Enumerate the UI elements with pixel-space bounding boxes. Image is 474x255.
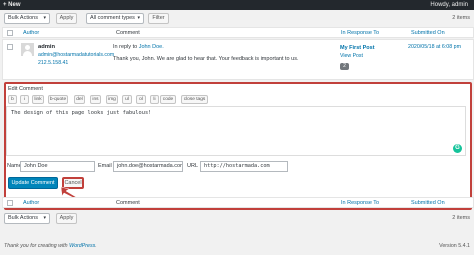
admin-bar: + New Howdy, admin: [0, 0, 474, 10]
comment-content-textarea[interactable]: The design of this page looks just fabul…: [6, 106, 466, 156]
quicktag-ul-button[interactable]: ul: [122, 95, 132, 104]
version-text: Version 5.4.1: [439, 243, 470, 249]
response-info: My First Post View Post: [340, 44, 375, 60]
column-author[interactable]: Author: [23, 30, 39, 36]
row-checkbox[interactable]: [7, 44, 13, 50]
comment-type-value: All comment types: [90, 15, 135, 21]
footer-thanks-prefix: Thank you for creating with: [4, 243, 70, 249]
edit-comment-title: Edit Comment: [8, 86, 43, 92]
table-header: Author Comment In Response To Submitted …: [2, 27, 474, 38]
column-comment: Comment: [116, 30, 140, 36]
comment-type-select[interactable]: All comment types ▾: [86, 13, 144, 24]
bulk-actions-select-top[interactable]: Bulk Actions ▾: [4, 13, 50, 24]
chevron-down-icon: ▾: [43, 15, 46, 21]
new-button[interactable]: + New: [3, 1, 21, 9]
post-link[interactable]: My First Post: [340, 44, 375, 52]
howdy-user[interactable]: Howdy, admin: [430, 1, 468, 9]
quicktag-img-button[interactable]: img: [106, 95, 118, 104]
quicktag-close-tags-button[interactable]: close tags: [181, 95, 208, 104]
quicktag-link-button[interactable]: link: [32, 95, 44, 104]
email-field[interactable]: john.doe@hostarmada.com: [113, 161, 183, 172]
wordpress-link[interactable]: WordPress: [69, 243, 95, 249]
select-all-checkbox[interactable]: [7, 30, 13, 36]
column-submitted-on-bottom[interactable]: Submitted On: [411, 200, 445, 206]
column-in-response-to[interactable]: In Response To: [341, 30, 379, 36]
column-submitted-on[interactable]: Submitted On: [411, 30, 445, 36]
quicktag-code-button[interactable]: code: [160, 95, 176, 104]
quicktag-bold-button[interactable]: b: [8, 95, 17, 104]
update-comment-button[interactable]: Update Comment: [8, 177, 58, 189]
reply-prefix: In reply to: [113, 44, 138, 50]
chevron-down-icon: ▾: [43, 215, 46, 221]
apply-button-top[interactable]: Apply: [56, 13, 77, 24]
quicktag-del-button[interactable]: del: [74, 95, 85, 104]
author-info: admin admin@hostarmadatutorials.com 212.…: [38, 43, 114, 67]
footer-thanks-suffix: .: [95, 243, 97, 249]
quicktag-ol-button[interactable]: ol: [136, 95, 146, 104]
table-footer-header: Author Comment In Response To Submitted …: [2, 197, 474, 208]
name-field[interactable]: John Doe: [20, 161, 95, 172]
comment-text: Thank you, John. We are glad to hear tha…: [113, 56, 299, 62]
quicktag-ins-button[interactable]: ins: [90, 95, 101, 104]
items-count-top: 2 items: [452, 15, 470, 21]
column-in-response-to-bottom[interactable]: In Response To: [341, 200, 379, 206]
filter-button[interactable]: Filter: [148, 13, 169, 24]
quicktag-li-button[interactable]: li: [150, 95, 159, 104]
comment-count-badge[interactable]: 2: [340, 63, 349, 70]
apply-button-bottom[interactable]: Apply: [56, 213, 77, 224]
grammarly-icon[interactable]: G: [453, 144, 462, 153]
bulk-actions-select-bottom[interactable]: Bulk Actions ▾: [4, 213, 50, 224]
column-comment-bottom: Comment: [116, 200, 140, 206]
email-label: Email: [98, 163, 112, 169]
reply-to-link[interactable]: John Doe.: [139, 44, 164, 50]
chevron-down-icon: ▾: [137, 15, 140, 21]
new-label: New: [8, 2, 21, 8]
submitted-date[interactable]: 2020/05/18 at 6:08 pm: [408, 44, 468, 51]
column-author-bottom[interactable]: Author: [23, 200, 39, 206]
footer-thanks: Thank you for creating with WordPress.: [4, 243, 97, 249]
url-field[interactable]: http://hostarmada.com: [200, 161, 288, 172]
bulk-actions-value: Bulk Actions: [8, 15, 38, 21]
select-all-checkbox-bottom[interactable]: [7, 200, 13, 206]
quicktag-bquote-button[interactable]: b-quote: [48, 95, 68, 104]
author-email[interactable]: admin@hostarmadatutorials.com: [38, 51, 114, 59]
quicktag-italic-button[interactable]: i: [20, 95, 29, 104]
view-post-link[interactable]: View Post: [340, 52, 375, 60]
author-name: admin: [38, 44, 56, 50]
avatar: [21, 43, 34, 56]
bulk-actions-value-bottom: Bulk Actions: [8, 215, 38, 221]
items-count-bottom: 2 items: [452, 215, 470, 221]
url-label: URL: [187, 163, 199, 169]
author-ip[interactable]: 212.5.158.41: [38, 59, 114, 67]
reply-to-line: In reply to John Doe.: [113, 44, 164, 50]
